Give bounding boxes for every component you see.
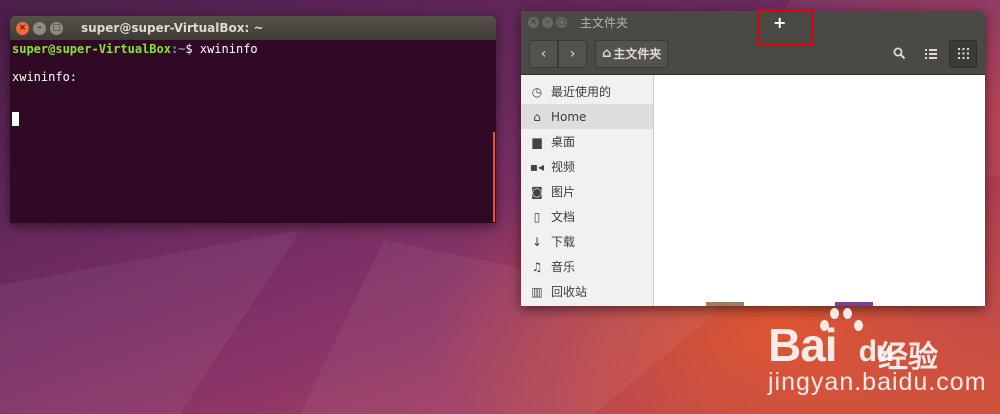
terminal-scrollbar[interactable] [493, 132, 495, 222]
chevron-left-icon: ‹ [540, 45, 547, 62]
grid-view-button[interactable] [949, 39, 977, 68]
search-icon [893, 47, 905, 60]
sidebar-item-label: 文档 [551, 210, 576, 224]
download-icon: ↓ [531, 234, 543, 249]
sidebar-item-home[interactable]: ⌂ Home [521, 104, 653, 129]
video-icon: ▪◂ [529, 159, 545, 174]
trash-icon: ▥ [531, 284, 543, 299]
forward-button[interactable]: › [558, 39, 587, 68]
text-cursor [12, 112, 19, 126]
files-toolbar: ‹ › ⌂ 主文件夹 [521, 33, 985, 75]
sidebar-item-label: 下载 [551, 235, 576, 249]
prompt-user: super@super-VirtualBox [12, 42, 171, 56]
sidebar-item-label: 音乐 [551, 260, 576, 274]
minimize-icon[interactable]: – [33, 21, 46, 35]
wallpaper-shard [0, 230, 300, 414]
maximize-icon[interactable]: □ [50, 21, 63, 35]
command-text: xwininfo [199, 42, 258, 56]
file-view[interactable] [654, 75, 985, 306]
sidebar-item-label: 回收站 [551, 285, 588, 299]
prompt-symbol: $ [185, 42, 200, 56]
crosshair-cursor-icon: + [773, 13, 787, 32]
sidebar-item-trash[interactable]: ▥ 回收站 [521, 279, 653, 304]
sidebar-item-documents[interactable]: ▯ 文档 [521, 204, 653, 229]
path-home-button[interactable]: ⌂ 主文件夹 [595, 39, 669, 68]
sidebar-item-music[interactable]: ♫ 音乐 [521, 254, 653, 279]
sidebar-item-videos[interactable]: ▪◂ 视频 [521, 154, 653, 179]
terminal-title: super@super-VirtualBox: ~ [81, 21, 264, 35]
minimize-icon[interactable]: – [542, 16, 553, 28]
list-view-button[interactable] [917, 40, 945, 68]
chevron-right-icon: › [569, 45, 576, 62]
list-view-icon [925, 48, 937, 59]
terminal-window[interactable]: × – □ super@super-VirtualBox: ~ super@su… [10, 16, 496, 223]
close-icon[interactable]: × [528, 16, 539, 28]
folder-icon: ▆ [532, 134, 542, 149]
home-icon: ⌂ [533, 109, 541, 124]
home-icon: ⌂ [602, 46, 612, 61]
sidebar-item-downloads[interactable]: ↓ 下载 [521, 229, 653, 254]
music-icon: ♫ [531, 259, 543, 274]
watermark-brand: Bai du [768, 319, 894, 371]
search-button[interactable] [885, 40, 913, 68]
path-label: 主文件夹 [613, 47, 662, 61]
sidebar-item-label: Home [551, 109, 587, 124]
command-line: super@super-VirtualBox:~$ xwininfo [12, 42, 494, 56]
watermark-url: jingyan.baidu.com [768, 368, 987, 396]
close-icon[interactable]: × [16, 21, 29, 35]
prompt-path: :~ [170, 42, 186, 56]
sidebar-item-label: 桌面 [551, 135, 576, 149]
file-thumbnail[interactable] [706, 302, 744, 306]
output-line: xwininfo: [12, 70, 78, 84]
files-title: 主文件夹 [580, 15, 629, 30]
sidebar-item-desktop[interactable]: ▆ 桌面 [521, 129, 653, 154]
terminal-output[interactable]: super@super-VirtualBox:~$ xwininfo xwini… [10, 40, 496, 128]
back-button[interactable]: ‹ [529, 39, 558, 68]
places-sidebar: ◷ 最近使用的 ⌂ Home ▆ 桌面 ▪◂ 视频 ◙ 图片 ▯ 文档 ↓ 下载 ♫ 音乐 ▥ 回… [521, 75, 654, 306]
file-thumbnail[interactable] [835, 302, 873, 306]
files-window[interactable]: × – □ 主文件夹 ‹ › ⌂ 主文件夹 ◷ 最近使用的 ⌂ Home ▆ 桌面 ▪… [521, 11, 985, 306]
sidebar-item-label: 图片 [551, 185, 576, 199]
sidebar-item-pictures[interactable]: ◙ 图片 [521, 179, 653, 204]
sidebar-item-label: 最近使用的 [551, 85, 612, 99]
clock-icon: ◷ [531, 84, 543, 99]
document-icon: ▯ [533, 209, 541, 224]
sidebar-item-recent[interactable]: ◷ 最近使用的 [521, 79, 653, 104]
camera-icon: ◙ [531, 184, 543, 199]
grid-view-icon [957, 48, 969, 59]
maximize-icon[interactable]: □ [556, 16, 567, 28]
terminal-titlebar[interactable]: × – □ super@super-VirtualBox: ~ [10, 16, 496, 40]
sidebar-item-label: 视频 [551, 160, 576, 174]
files-titlebar[interactable]: × – □ 主文件夹 [521, 11, 985, 33]
